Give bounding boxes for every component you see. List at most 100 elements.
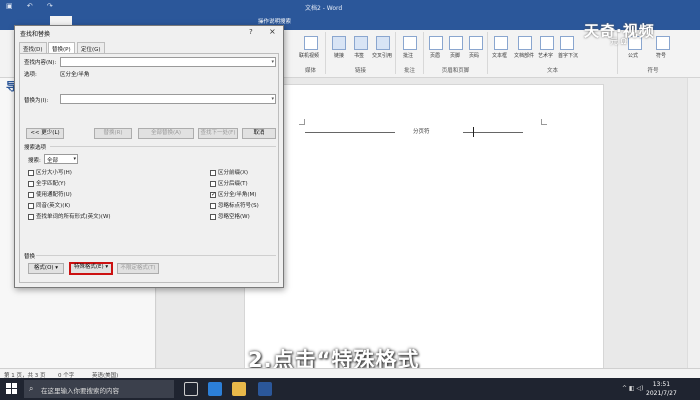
find-what-label: 查找内容(N):	[24, 60, 57, 66]
replace-with-dropdown-icon[interactable]: ▾	[271, 96, 274, 102]
header-label[interactable]: 页眉	[430, 52, 440, 59]
document-title: 文档2 - Word	[305, 5, 343, 12]
replace-button[interactable]: 替换(R)	[94, 128, 132, 139]
quick-parts-label[interactable]: 文档部件	[514, 52, 534, 59]
watermark-sub: 元 Ω	[610, 37, 627, 46]
find-what-dropdown-icon[interactable]: ▾	[271, 59, 274, 65]
taskbar: ⌕ 在这里输入你要搜索的内容 ^ ◧ ◁) 13:51 2021/7/27	[0, 378, 700, 400]
tab-goto[interactable]: 定位(G)	[77, 42, 105, 53]
no-formatting-button[interactable]: 不限定格式(T)	[117, 263, 159, 274]
comment-label[interactable]: 批注	[403, 52, 413, 59]
page-break-line-right	[463, 132, 523, 133]
replace-panel: 查找内容(N): ▾ 选项: 区分全/半角 替换为(I): ▾ << 更少(L)…	[19, 53, 279, 283]
status-bar: 第 1 页，共 3 页 0 个字 英语(美国)	[0, 368, 700, 379]
page-number-label[interactable]: 页码	[469, 52, 479, 59]
symbol-label[interactable]: 符号	[656, 52, 666, 59]
quick-access-toolbar[interactable]: ▣ ↶ ↷	[6, 2, 59, 10]
word-app-icon[interactable]	[258, 382, 272, 396]
search-icon: ⌕	[29, 384, 34, 393]
wildcards-checkbox[interactable]: 使用通配符(U)	[28, 190, 72, 198]
match-width-checkbox[interactable]: 区分全/半角(M)	[210, 190, 256, 198]
drop-cap-icon[interactable]	[560, 36, 574, 50]
checkbox-icon[interactable]	[210, 169, 216, 176]
checkbox-label: 区分全/半角(M)	[218, 192, 257, 198]
tell-me-search[interactable]: 操作说明搜索	[258, 17, 291, 25]
ignore-whitespace-checkbox[interactable]: 忽略空格(W)	[210, 212, 250, 220]
cross-reference-label[interactable]: 交叉引用	[372, 52, 392, 59]
comment-icon[interactable]	[403, 36, 417, 50]
checkbox-label: 区分后缀(T)	[218, 181, 248, 187]
group-label-comments: 批注	[403, 68, 415, 74]
bookmark-label[interactable]: 书签	[354, 52, 364, 59]
close-icon[interactable]: ×	[269, 27, 276, 36]
sounds-like-checkbox[interactable]: 同音(英文)(K)	[28, 201, 70, 209]
tab-find[interactable]: 查找(D)	[19, 42, 47, 53]
checkbox-icon[interactable]	[210, 202, 216, 209]
symbol-icon[interactable]	[656, 36, 670, 50]
find-what-input[interactable]: ▾	[60, 57, 276, 67]
checkbox-icon[interactable]	[210, 213, 216, 220]
checkbox-icon[interactable]	[28, 202, 34, 209]
group-label-text: 文本	[546, 68, 558, 74]
windows-start-icon[interactable]	[6, 383, 18, 395]
ignore-punctuation-checkbox[interactable]: 忽略标点符号(S)	[210, 201, 259, 209]
checkbox-label: 使用通配符(U)	[36, 192, 72, 198]
match-prefix-checkbox[interactable]: 区分前缀(X)	[210, 168, 248, 176]
online-video-icon[interactable]	[304, 36, 318, 50]
drop-cap-label[interactable]: 首字下沉	[558, 52, 578, 59]
checkbox-checked-icon[interactable]	[210, 191, 216, 198]
link-label[interactable]: 链接	[334, 52, 344, 59]
page-number-icon[interactable]	[469, 36, 483, 50]
taskbar-search[interactable]: ⌕ 在这里输入你要搜索的内容	[24, 380, 174, 398]
clock[interactable]: 13:51 2021/7/27	[646, 380, 677, 398]
all-word-forms-checkbox[interactable]: 查找单词的所有形式(英文)(W)	[28, 212, 111, 220]
group-label-header-footer: 页眉和页脚	[441, 68, 470, 74]
format-button[interactable]: 格式(O) ▾	[28, 263, 64, 274]
find-next-button[interactable]: 查找下一处(F)	[198, 128, 238, 139]
clock-time: 13:51	[652, 381, 671, 388]
replace-with-label: 替换为(I):	[24, 98, 49, 104]
search-direction-select[interactable]: 全部 ▾	[44, 154, 78, 164]
dialog-title: 查找和替换	[20, 31, 51, 38]
checkbox-icon[interactable]	[28, 180, 34, 187]
edge-icon[interactable]	[208, 382, 222, 396]
text-box-label[interactable]: 文本框	[492, 52, 507, 59]
document-page[interactable]: 分页符	[244, 84, 604, 374]
wordart-label[interactable]: 艺术字	[538, 52, 553, 59]
system-tray-icons[interactable]: ^ ◧ ◁)	[622, 385, 643, 392]
replace-section-divider	[36, 255, 276, 256]
cancel-button[interactable]: 取消	[242, 128, 276, 139]
checkbox-icon[interactable]	[210, 180, 216, 187]
footer-icon[interactable]	[449, 36, 463, 50]
help-icon[interactable]: ?	[249, 28, 253, 36]
link-icon[interactable]	[332, 36, 346, 50]
replace-all-button[interactable]: 全部替换(A)	[138, 128, 194, 139]
header-icon[interactable]	[429, 36, 443, 50]
footer-label[interactable]: 页脚	[450, 52, 460, 59]
task-view-icon[interactable]	[184, 382, 198, 396]
checkbox-icon[interactable]	[28, 213, 34, 220]
search-direction-value: 全部	[47, 158, 59, 164]
checkbox-icon[interactable]	[28, 191, 34, 198]
taskbar-search-placeholder: 在这里输入你要搜索的内容	[41, 387, 119, 395]
online-video-label[interactable]: 联机视频	[299, 52, 319, 59]
quick-parts-icon[interactable]	[518, 36, 532, 50]
match-suffix-checkbox[interactable]: 区分后缀(T)	[210, 179, 248, 187]
replace-with-input[interactable]: ▾	[60, 94, 276, 104]
equation-label[interactable]: 公式	[628, 52, 638, 59]
text-box-icon[interactable]	[494, 36, 508, 50]
whole-word-checkbox[interactable]: 全字匹配(Y)	[28, 179, 66, 187]
match-case-checkbox[interactable]: 区分大小写(H)	[28, 168, 72, 176]
search-options-title: 搜索选项	[24, 145, 47, 151]
margin-corner-top-right	[541, 119, 547, 125]
group-label-links: 链接	[354, 68, 366, 74]
bookmark-icon[interactable]	[354, 36, 368, 50]
clock-date: 2021/7/27	[646, 390, 677, 397]
cross-reference-icon[interactable]	[376, 36, 390, 50]
vertical-scrollbar[interactable]	[687, 78, 700, 368]
special-format-button[interactable]: 特殊格式(E) ▾	[69, 262, 113, 275]
file-explorer-icon[interactable]	[232, 382, 246, 396]
less-button[interactable]: << 更少(L)	[26, 128, 64, 139]
checkbox-icon[interactable]	[28, 169, 34, 176]
wordart-icon[interactable]	[540, 36, 554, 50]
